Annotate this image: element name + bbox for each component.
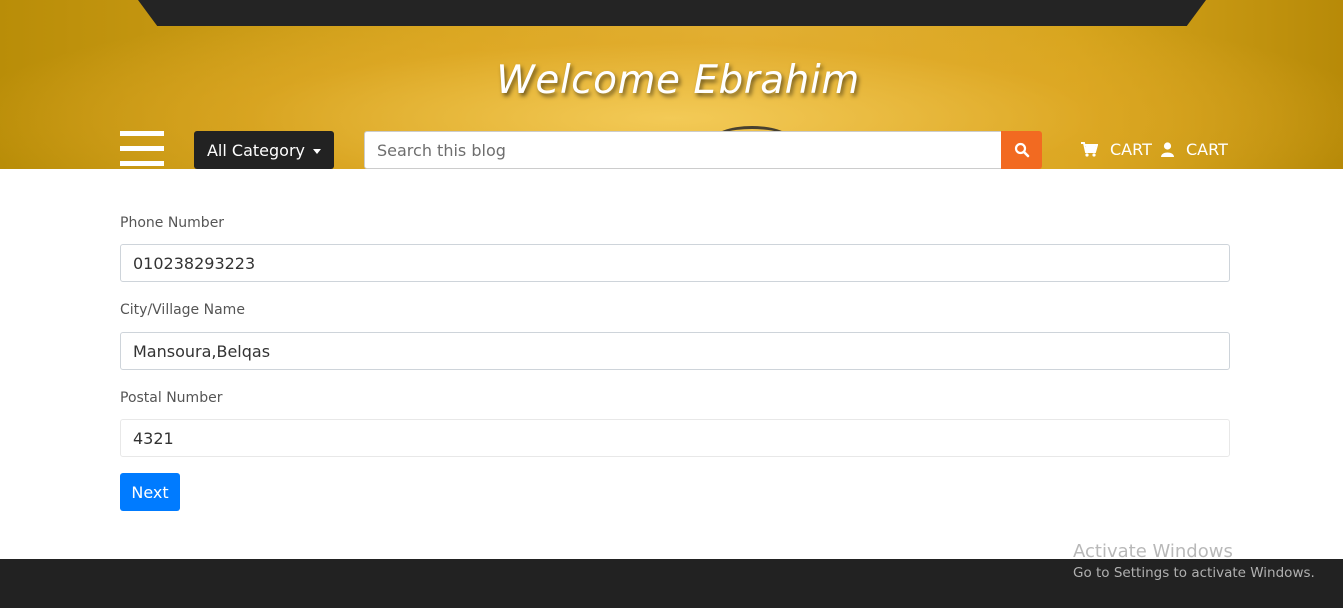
cart-label: CART	[1110, 139, 1152, 159]
cart-icon	[1081, 141, 1098, 157]
search-icon	[1014, 142, 1029, 158]
next-button[interactable]: Next	[120, 473, 180, 511]
all-category-dropdown[interactable]: All Category	[194, 131, 334, 169]
search-button[interactable]	[1001, 131, 1042, 169]
city-village-label: City/Village Name	[120, 302, 245, 318]
phone-number-field[interactable]	[120, 244, 1230, 282]
account-cart-link[interactable]: CART	[1161, 138, 1228, 160]
user-icon	[1161, 141, 1174, 157]
hero-banner: Welcome Ebrahim All Category CART CART	[0, 0, 1343, 169]
hamburger-menu-icon[interactable]	[120, 131, 164, 169]
cart-link[interactable]: CART	[1081, 138, 1152, 160]
account-cart-label: CART	[1186, 139, 1228, 159]
search-input[interactable]	[364, 131, 1002, 169]
phone-number-label: Phone Number	[120, 215, 225, 231]
footer	[0, 559, 1343, 608]
welcome-heading: Welcome Ebrahim	[496, 58, 860, 103]
city-village-field[interactable]	[120, 332, 1230, 370]
postal-number-field[interactable]	[120, 419, 1230, 457]
all-category-label: All Category	[206, 140, 305, 160]
postal-number-label: Postal Number	[120, 390, 223, 406]
caret-down-icon	[313, 148, 321, 154]
top-nav-bar	[138, 0, 1206, 26]
